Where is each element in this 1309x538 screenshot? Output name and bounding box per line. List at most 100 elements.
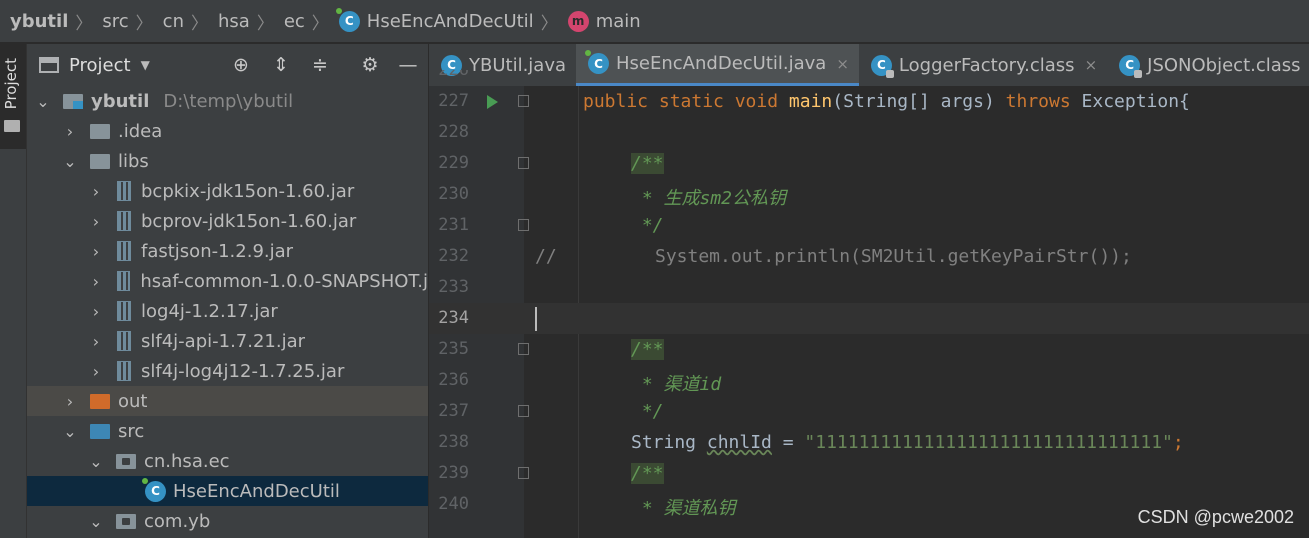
tree-item-project-root[interactable]: ⌄ ybutil D:\temp\ybutil	[27, 86, 428, 116]
tree-item-src[interactable]: ⌄ src	[27, 416, 428, 446]
gear-icon[interactable]: ⚙	[359, 54, 381, 76]
fold-icon[interactable]	[518, 343, 529, 355]
breadcrumb-item-class[interactable]: C HseEncAndDecUtil	[335, 7, 534, 32]
tree-item-jar[interactable]: › log4j-1.2.17.jar	[27, 296, 428, 326]
collapse-all-icon[interactable]: ≑	[309, 54, 331, 76]
chevron-right-icon[interactable]: ›	[88, 182, 104, 201]
code-line: 237 */	[429, 396, 1309, 427]
tree-item-class-selected[interactable]: C HseEncAndDecUtil	[27, 476, 428, 506]
chevron-right-icon: 〉	[190, 13, 208, 34]
chevron-right-icon[interactable]: ›	[88, 362, 104, 381]
breadcrumb-item-hsa[interactable]: hsa	[218, 11, 250, 32]
code-line: 226	[429, 70, 1309, 86]
breadcrumb-item-method[interactable]: m main	[567, 10, 641, 32]
project-view-selector[interactable]: Project	[69, 55, 131, 76]
tree-item-label: src	[118, 420, 145, 442]
breadcrumb-item-cn[interactable]: cn	[163, 11, 184, 32]
tree-item-package[interactable]: ⌄ com.yb	[27, 506, 428, 536]
locate-file-icon[interactable]: ⊕	[230, 54, 252, 76]
breadcrumb-item-ec[interactable]: ec	[284, 11, 305, 32]
code-text: /**	[631, 153, 664, 174]
fold-icon[interactable]	[518, 95, 529, 107]
code-text: System.out.println(SM2Util.getKeyPairStr…	[655, 246, 1132, 267]
project-panel: Project ▼ ⊕ ⇕ ≑ ⚙ — ⌄ ybutil D:\temp\ybu…	[27, 44, 428, 538]
code-text: * 生成sm2公私钥	[631, 188, 787, 209]
chevron-right-icon[interactable]: ›	[88, 332, 104, 351]
code-line: 230 * 生成sm2公私钥	[429, 179, 1309, 210]
chevron-right-icon: 〉	[256, 13, 274, 34]
line-number: 237	[438, 401, 469, 421]
fold-icon[interactable]	[518, 157, 529, 169]
line-number: 238	[438, 432, 469, 452]
chevron-right-icon[interactable]: ›	[62, 392, 78, 411]
code-line: 238 String chnlId = "1111111111111111111…	[429, 427, 1309, 458]
code-line: 229 /**	[429, 148, 1309, 179]
chevron-down-icon[interactable]: ⌄	[88, 452, 104, 471]
tree-item-path: D:\temp\ybutil	[163, 90, 294, 112]
fold-icon[interactable]	[518, 219, 529, 231]
tree-item-label: out	[118, 390, 148, 412]
package-icon	[116, 513, 136, 529]
tree-item-label: bcpkix-jdk15on-1.60.jar	[141, 180, 355, 202]
tree-item-label: log4j-1.2.17.jar	[141, 300, 278, 322]
tree-item-package[interactable]: ⌄ cn.hsa.ec	[27, 446, 428, 476]
tree-item-jar[interactable]: › slf4j-api-1.7.21.jar	[27, 326, 428, 356]
line-number: 235	[438, 339, 469, 359]
chevron-down-icon[interactable]: ⌄	[35, 92, 51, 111]
line-number: 230	[438, 184, 469, 204]
tree-item-idea[interactable]: › .idea	[27, 116, 428, 146]
method-icon: m	[567, 10, 589, 32]
code-line-current: 234	[429, 303, 1309, 334]
breadcrumb-item-project[interactable]: ybutil	[10, 11, 68, 32]
line-number: 228	[438, 122, 469, 142]
tree-item-label: cn.hsa.ec	[144, 450, 230, 472]
project-tool-window-button[interactable]: Project	[0, 44, 26, 149]
jar-icon	[117, 181, 131, 201]
comment-marker: //	[535, 246, 557, 267]
expand-all-icon[interactable]: ⇕	[270, 54, 292, 76]
jar-icon	[117, 211, 131, 231]
line-number: 229	[438, 153, 469, 173]
line-number: 239	[438, 463, 469, 483]
tree-item-label: libs	[118, 150, 149, 172]
tree-item-jar[interactable]: › hsaf-common-1.0.0-SNAPSHOT.j	[27, 266, 428, 296]
chevron-down-icon[interactable]: ⌄	[62, 152, 78, 171]
code-line: 228	[429, 117, 1309, 148]
code-text: /**	[631, 339, 664, 360]
run-icon[interactable]	[487, 95, 498, 109]
fold-icon[interactable]	[518, 405, 529, 417]
chevron-right-icon[interactable]: ›	[88, 242, 104, 261]
dropdown-caret-icon[interactable]: ▼	[141, 58, 150, 72]
tree-item-libs[interactable]: ⌄ libs	[27, 146, 428, 176]
code-line: 227 public static void main(String[] arg…	[429, 86, 1309, 117]
code-line: 233	[429, 272, 1309, 303]
line-number: 234	[438, 308, 469, 328]
folder-icon	[90, 123, 110, 139]
chevron-right-icon[interactable]: ›	[88, 302, 104, 321]
code-text: String chnlId = "11111111111111111111111…	[631, 432, 1184, 453]
line-number: 231	[438, 215, 469, 235]
chevron-right-icon[interactable]: ›	[88, 212, 104, 231]
line-number: 233	[438, 277, 469, 297]
line-number: 227	[438, 91, 469, 111]
chevron-down-icon[interactable]: ⌄	[62, 422, 78, 441]
navigation-breadcrumb: ybutil 〉 src 〉 cn 〉 hsa 〉 ec 〉 C HseEncA…	[0, 0, 1309, 43]
tree-item-out[interactable]: › out	[27, 386, 428, 416]
tree-item-jar[interactable]: › bcprov-jdk15on-1.60.jar	[27, 206, 428, 236]
chevron-right-icon[interactable]: ›	[88, 272, 104, 291]
minimize-icon[interactable]: —	[397, 54, 419, 76]
tree-item-label: .idea	[118, 120, 163, 142]
code-text: /**	[631, 463, 664, 484]
tree-item-jar[interactable]: › slf4j-log4j12-1.7.25.jar	[27, 356, 428, 386]
jar-icon	[117, 361, 131, 381]
tree-item-label: slf4j-log4j12-1.7.25.jar	[141, 360, 345, 382]
tree-item-jar[interactable]: › bcpkix-jdk15on-1.60.jar	[27, 176, 428, 206]
chevron-down-icon[interactable]: ⌄	[88, 512, 104, 531]
line-number: 232	[438, 246, 469, 266]
class-icon: C	[335, 7, 360, 32]
class-icon: C	[142, 477, 166, 502]
chevron-right-icon[interactable]: ›	[62, 122, 78, 141]
breadcrumb-item-src[interactable]: src	[102, 11, 128, 32]
tree-item-jar[interactable]: › fastjson-1.2.9.jar	[27, 236, 428, 266]
fold-icon[interactable]	[518, 467, 529, 479]
